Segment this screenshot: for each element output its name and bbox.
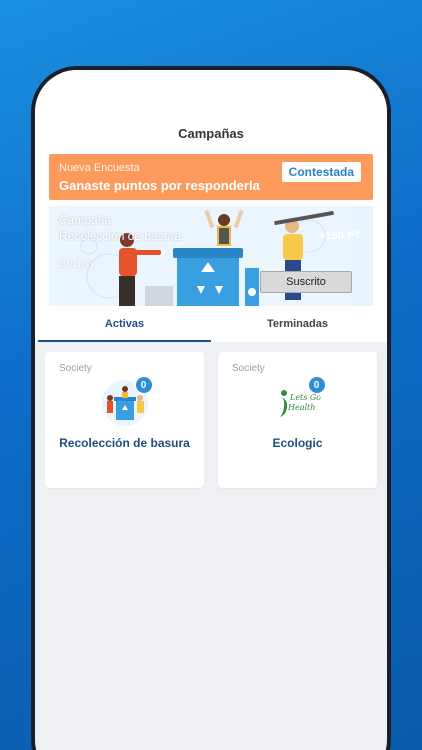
points-badge: 0 [134, 376, 153, 394]
answered-button[interactable]: Contestada [281, 162, 361, 182]
app-screen: Campañas Nueva Encuesta Ganaste puntos p… [35, 70, 387, 750]
logo-text-line2: Health [287, 403, 315, 412]
banner-title-line2: Recolección de basura [59, 229, 182, 243]
campaign-card[interactable]: Society Lets Go Health 0 Ecologic [218, 352, 377, 488]
survey-message: Ganaste puntos por responderla [59, 178, 260, 193]
tab-terminadas[interactable]: Terminadas [211, 306, 384, 342]
top-bar: Campañas [35, 70, 387, 150]
campaign-card[interactable]: Society 0 Recolección de basura [45, 352, 204, 488]
tabs: Activas Terminadas [38, 306, 384, 342]
banner-society: Society [59, 258, 96, 270]
phone-frame: Campañas Nueva Encuesta Ganaste puntos p… [31, 66, 391, 750]
banner-title: Campaña Recolección de basura [59, 212, 181, 244]
campaign-card-list: Society 0 Recolección de basura Society … [35, 342, 387, 498]
points-badge: 0 [307, 376, 326, 394]
banner-title-line1: Campaña [59, 213, 112, 227]
logo-text-line1: Lets Go [289, 393, 321, 402]
tab-bar: Activas Terminadas [35, 306, 387, 342]
card-society: Society [59, 363, 92, 374]
card-society: Society [232, 363, 265, 374]
campaign-header-area: Nueva Encuesta Ganaste puntos por respon… [35, 150, 387, 306]
tab-activas[interactable]: Activas [38, 306, 211, 342]
card-title: Ecologic [272, 436, 323, 450]
survey-small-label: Nueva Encuesta [59, 162, 140, 174]
points-label: +150 PT [319, 230, 361, 242]
subscribed-button[interactable]: Suscrito [260, 271, 352, 293]
campaign-banner[interactable]: Campaña Recolección de basura Society +1… [49, 206, 373, 306]
survey-banner[interactable]: Nueva Encuesta Ganaste puntos por respon… [49, 154, 373, 200]
card-title: Recolección de basura [59, 436, 190, 450]
page-title: Campañas [178, 126, 244, 141]
